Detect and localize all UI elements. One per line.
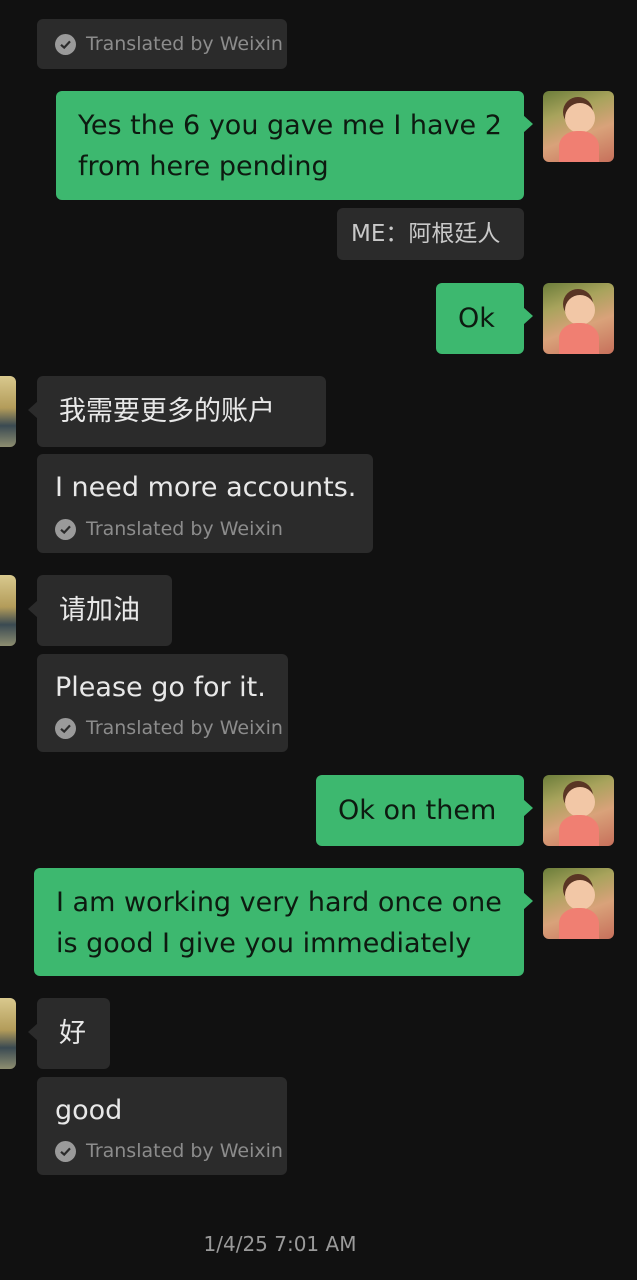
- message-timestamp: 1/4/25 7:01 AM: [203, 1232, 357, 1256]
- self-avatar[interactable]: [543, 91, 614, 162]
- check-circle-icon: [55, 1140, 76, 1162]
- self-avatar[interactable]: [543, 868, 614, 939]
- translated-by-label: Translated by Weixin: [55, 716, 283, 740]
- translated-text: I need more accounts.: [55, 472, 357, 503]
- translated-text: Please go for it.: [55, 672, 266, 703]
- message-text: 好: [59, 1018, 86, 1049]
- contact-avatar[interactable]: [0, 998, 16, 1069]
- contact-avatar[interactable]: [0, 575, 16, 646]
- check-circle-icon: [55, 717, 76, 739]
- translation-box[interactable]: good Translated by Weixin: [37, 1077, 287, 1175]
- self-avatar[interactable]: [543, 775, 614, 846]
- translation-box[interactable]: Please go for it. Translated by Weixin: [37, 654, 288, 752]
- translated-by-label: Translated by Weixin: [55, 32, 283, 56]
- message-text: Ok: [458, 303, 495, 334]
- message-text: 请加油: [59, 595, 140, 626]
- outgoing-message[interactable]: Ok on them: [316, 775, 533, 846]
- translated-by-label: Translated by Weixin: [55, 1139, 283, 1163]
- check-circle-icon: [55, 518, 76, 540]
- translated-by-label: Translated by Weixin: [55, 517, 283, 541]
- message-text: Ok on them: [338, 795, 497, 826]
- translated-text: good: [55, 1095, 123, 1126]
- outgoing-message[interactable]: Ok: [436, 283, 533, 354]
- message-text: I am working very hard once one is good …: [56, 887, 502, 959]
- incoming-message[interactable]: 好: [28, 998, 110, 1069]
- check-circle-icon: [55, 33, 76, 55]
- translation-box-top: Translated by Weixin: [37, 19, 287, 69]
- sender-tag: ME：阿根廷人: [337, 208, 524, 260]
- message-text: 我需要更多的账户: [59, 396, 275, 427]
- incoming-message[interactable]: 我需要更多的账户: [28, 376, 326, 447]
- outgoing-message[interactable]: Yes the 6 you gave me I have 2 from here…: [56, 91, 533, 200]
- translation-box[interactable]: I need more accounts. Translated by Weix…: [37, 454, 373, 553]
- incoming-message[interactable]: 请加油: [28, 575, 172, 646]
- self-avatar[interactable]: [543, 283, 614, 354]
- message-text: Yes the 6 you gave me I have 2 from here…: [78, 110, 502, 182]
- contact-avatar[interactable]: [0, 376, 16, 447]
- outgoing-message[interactable]: I am working very hard once one is good …: [34, 868, 533, 976]
